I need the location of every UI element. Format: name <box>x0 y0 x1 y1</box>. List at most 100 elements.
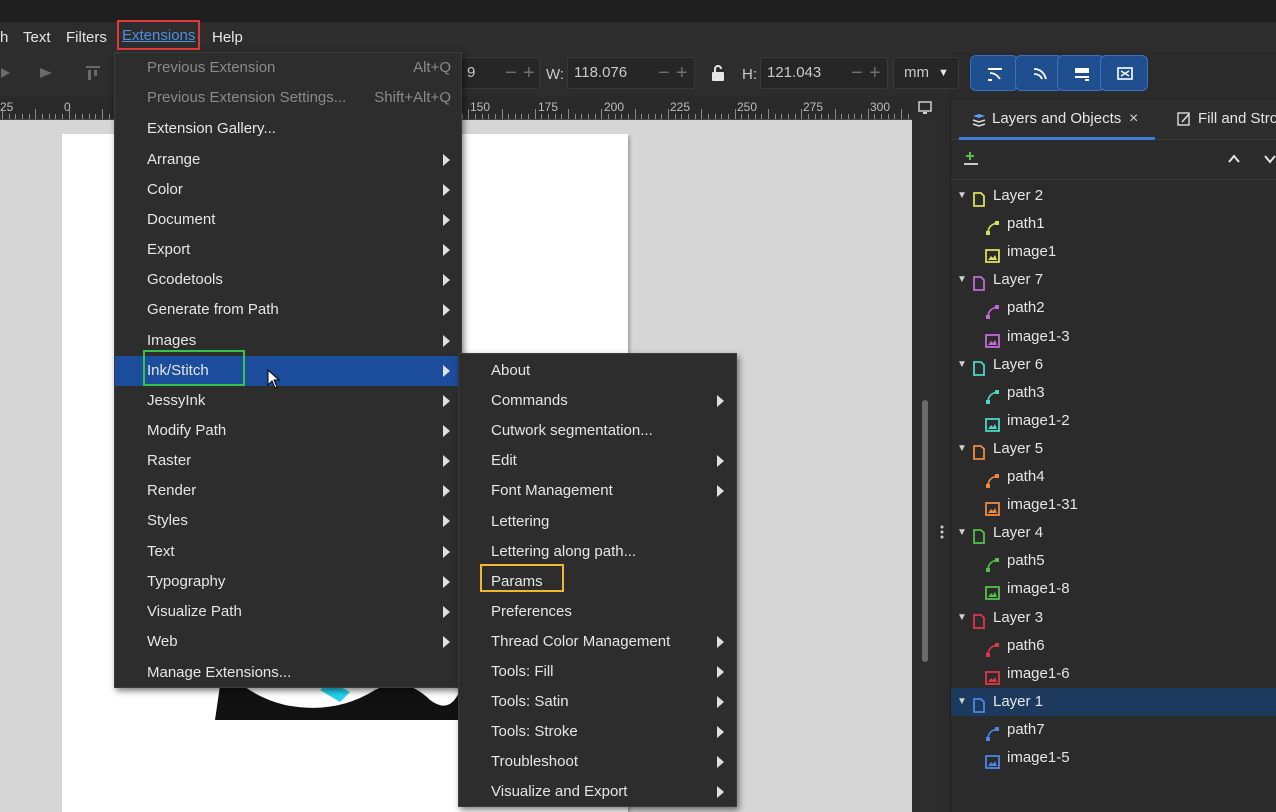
menu-item-label: Tools: Stroke <box>491 723 578 741</box>
inkstitch-menu-item[interactable]: About <box>459 356 736 386</box>
object-row[interactable]: image1-3 <box>951 323 1276 351</box>
extensions-menu-item[interactable]: Gcodetools <box>115 265 461 295</box>
extensions-menu-item[interactable]: Styles <box>115 506 461 536</box>
extensions-menu-item[interactable]: Ink/Stitch <box>115 350 461 386</box>
object-row[interactable]: image1-31 <box>951 491 1276 519</box>
menu-text[interactable]: Text <box>23 28 51 48</box>
menu-help[interactable]: Help <box>212 28 243 48</box>
extensions-menu-item[interactable]: Arrange <box>115 145 461 175</box>
tree-item-label: Layer 4 <box>993 524 1044 542</box>
ruler-tick <box>574 114 576 119</box>
object-row[interactable]: path6 <box>951 632 1276 660</box>
transform-corners-button[interactable] <box>1015 55 1063 91</box>
extensions-menu-item[interactable]: Web <box>115 627 461 657</box>
menu-path[interactable]: h <box>0 28 8 48</box>
extensions-menu-item[interactable]: Extension Gallery... <box>115 114 461 144</box>
tab-fill-and-stroke[interactable]: Fill and Stro <box>1198 110 1276 127</box>
width-increment-button[interactable]: + <box>676 57 688 89</box>
extensions-menu-item[interactable]: Color <box>115 175 461 205</box>
inkstitch-menu-item[interactable]: Edit <box>459 446 736 476</box>
transform-pattern-button[interactable] <box>1100 55 1148 91</box>
chevron-up-icon[interactable] <box>1227 152 1241 164</box>
layer-row[interactable]: ▼ Layer 5 <box>951 435 1276 463</box>
inkstitch-menu-item[interactable]: Tools: Satin <box>459 687 736 717</box>
height-increment-button[interactable]: + <box>869 57 881 89</box>
object-row[interactable]: image1-6 <box>951 660 1276 688</box>
tab-layers-and-objects[interactable]: Layers and Objects <box>992 110 1121 127</box>
layer-row[interactable]: ▼ Layer 2 <box>951 182 1276 210</box>
align-top-icon[interactable] <box>85 65 101 81</box>
menu-item-label: Web <box>147 633 178 650</box>
extensions-menu-item[interactable]: JessyInk <box>115 386 461 416</box>
extensions-menu-item[interactable]: Visualize Path <box>115 597 461 627</box>
inkstitch-menu-item[interactable]: Thread Color Management <box>459 627 736 657</box>
expand-toggle-icon[interactable]: ▼ <box>957 266 967 294</box>
inkstitch-menu-item[interactable]: Cutwork segmentation... <box>459 416 736 446</box>
layer-row[interactable]: ▼ Layer 7 <box>951 266 1276 294</box>
inkstitch-menu-item[interactable]: Params <box>459 563 736 597</box>
transform-gradient-button[interactable] <box>1057 55 1105 91</box>
object-row[interactable]: image1-2 <box>951 407 1276 435</box>
inkstitch-menu-item[interactable]: Troubleshoot <box>459 747 736 777</box>
object-row[interactable]: path7 <box>951 716 1276 744</box>
extensions-menu-item[interactable]: Export <box>115 235 461 265</box>
height-decrement-button[interactable]: − <box>851 57 863 89</box>
extensions-menu-item[interactable]: Modify Path <box>115 416 461 446</box>
layer-row[interactable]: ▼ Layer 3 <box>951 604 1276 632</box>
close-icon[interactable]: × <box>1129 110 1138 128</box>
menu-filters[interactable]: Filters <box>66 28 107 48</box>
chevron-down-icon[interactable] <box>1263 152 1276 164</box>
ruler-tick <box>907 114 909 119</box>
layer-row[interactable]: ▼ Layer 6 <box>951 351 1276 379</box>
add-layer-icon[interactable] <box>963 150 979 168</box>
flip-icon[interactable] <box>38 66 54 80</box>
expand-toggle-icon[interactable]: ▼ <box>957 604 967 632</box>
inkstitch-menu-item[interactable]: Tools: Stroke <box>459 717 736 747</box>
expand-toggle-icon[interactable]: ▼ <box>957 519 967 547</box>
ruler-tick <box>2 109 3 119</box>
extensions-menu-item[interactable]: Typography <box>115 567 461 597</box>
inkstitch-menu-item[interactable]: Commands <box>459 386 736 416</box>
canvas-vertical-scrollbar[interactable] <box>922 400 928 662</box>
inkstitch-menu-item[interactable]: Lettering <box>459 507 736 537</box>
expand-toggle-icon[interactable]: ▼ <box>957 435 967 463</box>
y-decrement-button[interactable]: − <box>505 57 517 89</box>
unit-select[interactable]: mm ▼ <box>893 57 959 89</box>
extensions-menu-item[interactable]: Generate from Path <box>115 295 461 325</box>
object-row[interactable]: path2 <box>951 294 1276 322</box>
menu-extensions[interactable]: Extensions <box>116 20 201 50</box>
extensions-menu-item[interactable]: Render <box>115 476 461 506</box>
object-row[interactable]: path5 <box>951 547 1276 575</box>
expand-toggle-icon[interactable]: ▼ <box>957 688 967 716</box>
expand-toggle-icon[interactable]: ▼ <box>957 351 967 379</box>
layer-row[interactable]: ▼ Layer 4 <box>951 519 1276 547</box>
extensions-menu-item[interactable]: Document <box>115 205 461 235</box>
extensions-menu-item[interactable]: Previous Extension Settings... Shift+Alt+… <box>115 83 461 113</box>
lock-icon[interactable] <box>710 64 726 82</box>
layer-row[interactable]: ▼ Layer 1 <box>951 687 1276 716</box>
extensions-menu-item[interactable]: Raster <box>115 446 461 476</box>
extensions-menu-item[interactable]: Manage Extensions... <box>115 658 461 688</box>
inkstitch-menu-item[interactable]: Tools: Fill <box>459 657 736 687</box>
panel-handle-icon[interactable] <box>940 524 944 540</box>
extensions-menu-item[interactable]: Previous Extension Alt+Q <box>115 53 461 83</box>
object-row[interactable]: path3 <box>951 379 1276 407</box>
width-decrement-button[interactable]: − <box>658 57 670 89</box>
align-left-icon[interactable] <box>0 66 12 80</box>
inkstitch-menu-item[interactable]: Preferences <box>459 597 736 627</box>
extensions-menu-item[interactable]: Text <box>115 537 461 567</box>
inkstitch-menu-item[interactable]: Visualize and Export <box>459 777 736 807</box>
display-mode-icon[interactable] <box>917 100 933 116</box>
y-increment-button[interactable]: + <box>523 57 535 89</box>
object-row[interactable]: image1-5 <box>951 744 1276 772</box>
object-row[interactable]: image1-8 <box>951 575 1276 603</box>
ruler-tick <box>821 114 823 119</box>
expand-toggle-icon[interactable]: ▼ <box>957 182 967 210</box>
inkstitch-menu-item[interactable]: Font Management <box>459 476 736 506</box>
object-row[interactable]: path1 <box>951 210 1276 238</box>
object-row[interactable]: path4 <box>951 463 1276 491</box>
object-row[interactable]: image1 <box>951 238 1276 266</box>
transform-stroke-button[interactable] <box>970 55 1018 91</box>
ruler-tick <box>834 109 836 119</box>
inkstitch-menu-item[interactable]: Lettering along path... <box>459 537 736 567</box>
